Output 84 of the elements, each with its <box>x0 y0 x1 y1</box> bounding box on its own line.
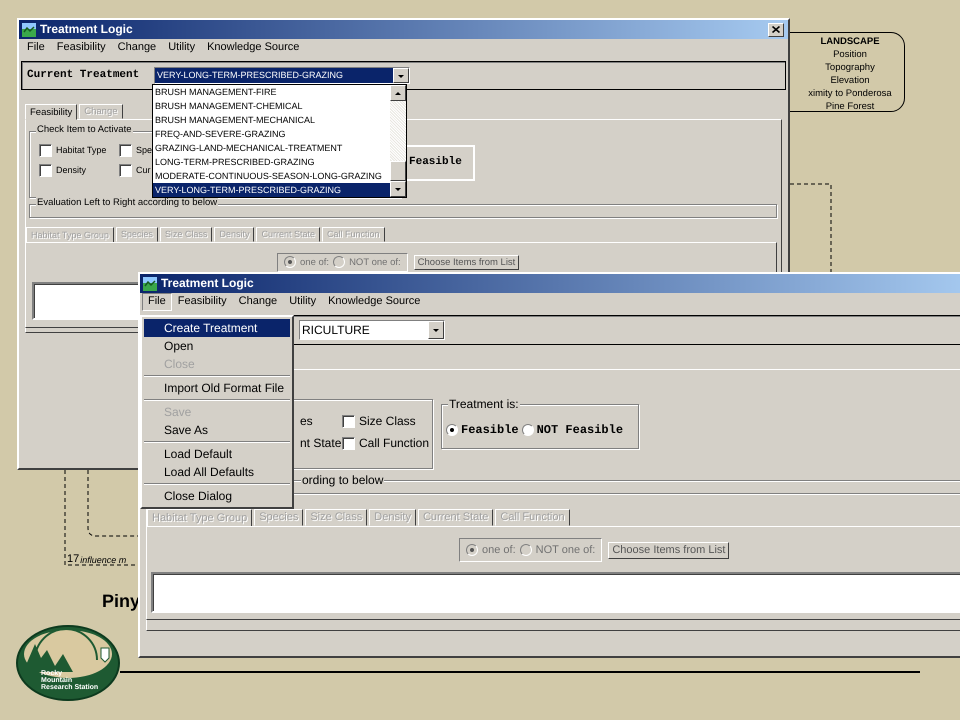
treatment-dropdown[interactable]: VERY-LONG-TERM-PRESCRIBED-GRAZING <box>154 67 410 84</box>
checkbox-label: Call Function <box>359 436 430 451</box>
app-icon <box>21 22 37 38</box>
menu-item[interactable]: Utility <box>162 39 202 57</box>
landscape-item: ximity to Ponderosa <box>808 87 892 100</box>
landscape-title: LANDSCAPE <box>820 35 880 48</box>
text-area[interactable] <box>151 572 960 614</box>
menu-item[interactable]: Feasibility <box>172 293 233 311</box>
dropdown-option[interactable]: FREQ-AND-SEVERE-GRAZING <box>153 127 390 141</box>
dropdown-option[interactable]: GRAZING-LAND-MECHANICAL-TREATMENT <box>153 141 390 155</box>
field-label: Current Treatment <box>27 68 140 82</box>
dropdown-option[interactable]: LONG-TERM-PRESCRIBED-GRAZING <box>153 155 390 169</box>
checkbox-label: Spe <box>136 145 152 156</box>
choose-items-button[interactable]: Choose Items from List <box>414 254 520 270</box>
landscape-item: Elevation <box>830 74 870 87</box>
app-icon <box>142 276 158 292</box>
menu-option[interactable]: Save As <box>144 421 290 439</box>
dropdown-option[interactable]: VERY-LONG-TERM-PRESCRIBED-GRAZING <box>153 183 390 197</box>
window-title: Treatment Logic <box>40 22 133 37</box>
landscape-item: Pine Forest <box>826 100 874 113</box>
menu-option[interactable]: Import Old Format File <box>144 379 290 397</box>
footnote-text: influence m <box>80 555 126 566</box>
checkbox-label: Density <box>56 165 86 176</box>
scrollbar[interactable] <box>390 85 406 197</box>
close-icon <box>772 26 780 33</box>
checkbox-label: nt State <box>300 436 342 451</box>
checkbox-label: Cur <box>136 165 151 176</box>
landscape-item: Position <box>833 48 867 61</box>
tab[interactable]: Feasibility <box>25 104 78 120</box>
checkbox[interactable] <box>39 144 52 157</box>
scroll-up-icon <box>393 89 403 97</box>
slide-heading: Piny <box>102 591 140 613</box>
menu-option[interactable]: Close Dialog <box>144 487 290 505</box>
checkbox[interactable] <box>342 437 355 450</box>
radio-label: Feasible <box>461 423 519 438</box>
caret-icon <box>431 326 441 334</box>
checkbox[interactable] <box>39 164 52 177</box>
window-title: Treatment Logic <box>161 276 254 291</box>
menu-item[interactable]: Feasibility <box>50 39 112 57</box>
group-title: ording to below <box>301 473 384 488</box>
menu-item[interactable]: File <box>21 39 51 57</box>
menu-item[interactable]: Change <box>112 39 162 57</box>
footnote-number: 17 <box>67 553 80 566</box>
treatment-dropdown[interactable]: RICULTURE <box>299 320 445 340</box>
radio-label: NOT one of: <box>349 256 401 268</box>
landscape-item: Topography <box>825 61 875 74</box>
radio-label: one of: <box>482 544 516 557</box>
choose-items-button[interactable]: Choose Items from List <box>608 542 730 559</box>
dropdown-option[interactable]: BRUSH MANAGEMENT-FIRE <box>153 85 390 99</box>
group-title: Check Item to Activate <box>36 124 133 136</box>
group-title: Treatment is: <box>448 397 520 412</box>
radio-button[interactable] <box>446 424 458 436</box>
menu-item[interactable]: Change <box>232 293 284 311</box>
menu-option[interactable]: Open <box>144 337 290 355</box>
menu-item[interactable]: Utility <box>283 293 322 311</box>
radio-button[interactable] <box>522 424 534 436</box>
group-title: Evaluation Left to Right according to below <box>36 197 218 208</box>
radio-label: NOT one of: <box>536 544 596 557</box>
close-button[interactable] <box>768 22 784 36</box>
dropdown-option[interactable]: MODERATE-CONTINUOUS-SEASON-LONG-GRAZING <box>153 169 390 183</box>
checkbox[interactable] <box>342 414 355 428</box>
radio-button[interactable] <box>333 256 346 268</box>
scroll-down-icon <box>393 185 403 193</box>
menu-option[interactable]: Create Treatment <box>144 319 290 337</box>
dropdown-option[interactable]: BRUSH MANAGEMENT-MECHANICAL <box>153 113 390 127</box>
menu-option[interactable]: Load Default <box>144 445 290 463</box>
radio-button[interactable] <box>520 544 532 556</box>
scroll-thumb[interactable] <box>390 161 406 181</box>
radio-label: NOT Feasible <box>536 423 624 438</box>
menu-item[interactable]: File <box>142 293 172 311</box>
checkbox[interactable] <box>119 164 132 177</box>
radio-button[interactable] <box>284 256 296 268</box>
radio-label: one of: <box>300 256 330 268</box>
checkbox[interactable] <box>119 144 132 157</box>
radio-button[interactable] <box>466 544 478 556</box>
checkbox-label: Habitat Type <box>56 145 106 156</box>
checkbox-label: Size Class <box>359 414 416 428</box>
menu-item[interactable]: Knowledge Source <box>322 293 426 311</box>
menu-item[interactable]: Knowledge Source <box>201 39 306 57</box>
treatment-option-label: Feasible <box>409 156 462 170</box>
dropdown-option[interactable]: BRUSH MANAGEMENT-CHEMICAL <box>153 99 390 113</box>
checkbox-label: es <box>300 414 313 428</box>
menu-option[interactable]: Load All Defaults <box>144 463 290 481</box>
logo-icon <box>15 624 121 702</box>
